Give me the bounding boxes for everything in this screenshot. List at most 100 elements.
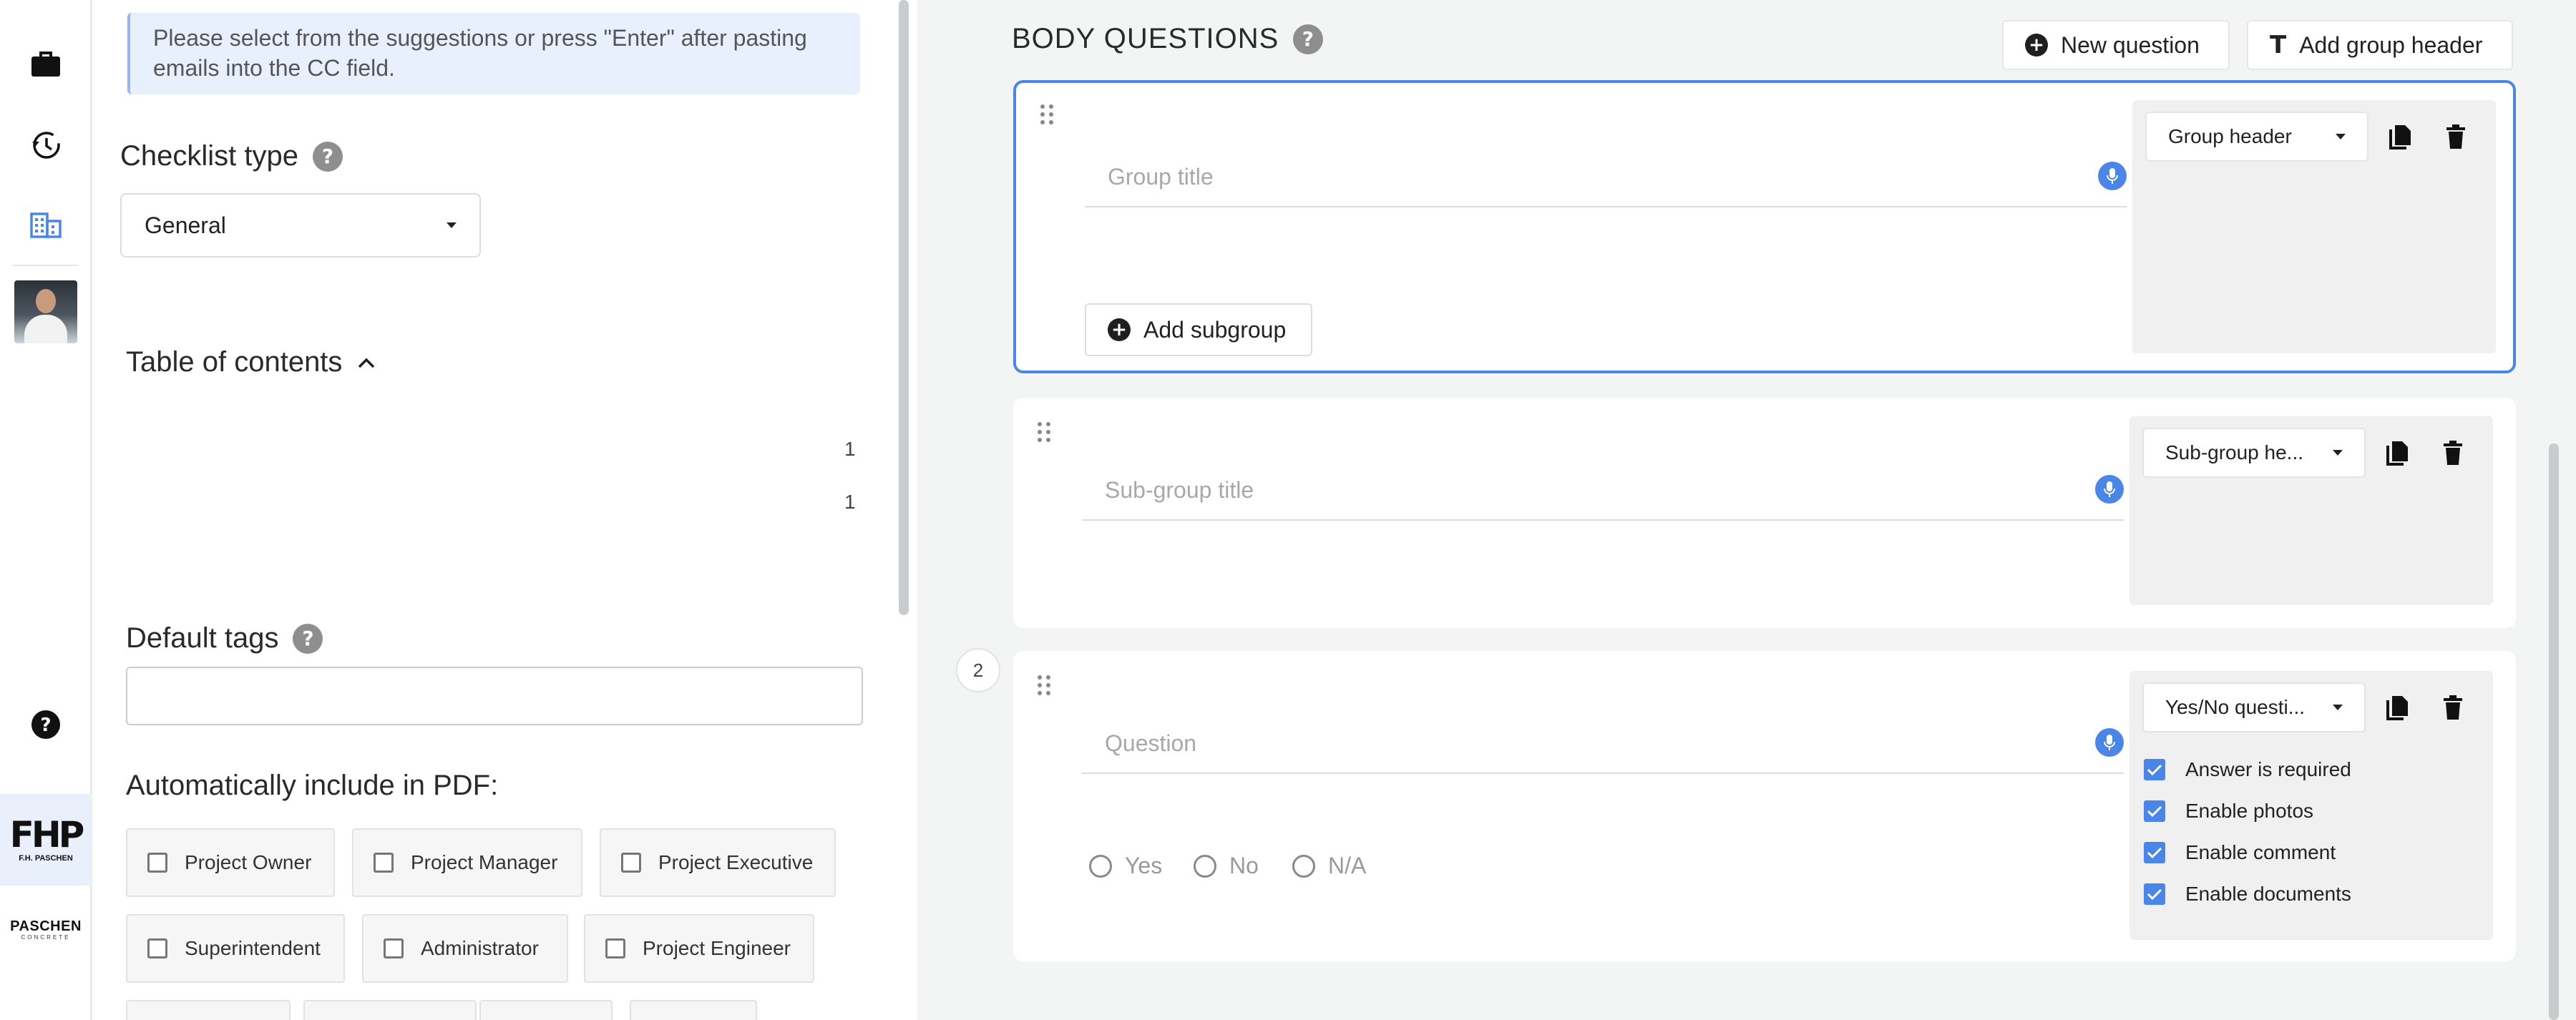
checklist-type-label: Checklist type <box>120 140 298 172</box>
help-icon[interactable]: ? <box>1293 24 1324 54</box>
option-label: Enable comment <box>2185 841 2336 863</box>
question-input[interactable]: Question <box>1082 714 2124 774</box>
company-logo-paschen[interactable]: PASCHEN CONCRETE <box>0 908 92 951</box>
delete-icon[interactable] <box>2440 122 2472 153</box>
copy-icon[interactable] <box>2384 122 2416 153</box>
radio-icon[interactable] <box>1194 854 1216 878</box>
left-rail: ? FHP F.H. PASCHEN PASCHEN CONCRETE <box>0 0 92 1020</box>
default-tags-input[interactable] <box>126 667 863 725</box>
caret-down-icon <box>2333 450 2343 456</box>
delete-icon[interactable] <box>2437 692 2469 724</box>
question-type-select[interactable]: Group header <box>2145 112 2368 162</box>
role-label: Project Engineer <box>643 937 791 959</box>
logo-fhp-mark: FHP <box>9 814 85 855</box>
info-line-1: Please select from the suggestions or pr… <box>153 25 807 51</box>
checkbox-checked-icon[interactable] <box>2144 842 2165 863</box>
group-title-placeholder: Group title <box>1108 163 1214 190</box>
answer-yes-radio[interactable]: Yes <box>1089 853 1162 879</box>
body-questions-area: BODY QUESTIONS ? + New question T Add gr… <box>917 0 2576 1020</box>
add-circle-icon: + <box>1108 318 1131 341</box>
auto-include-heading: Automatically include in PDF: <box>126 770 498 802</box>
radio-icon[interactable] <box>1292 854 1315 878</box>
include-superintendent[interactable]: Superintendent <box>126 914 345 983</box>
questions-scrollbar[interactable] <box>2549 443 2559 1020</box>
question-type-value: Group header <box>2168 125 2292 147</box>
drag-handle-icon[interactable] <box>1038 422 1052 442</box>
company-logo-fhp[interactable]: FHP F.H. PASCHEN <box>0 794 92 886</box>
include-role-partial[interactable] <box>126 1000 291 1020</box>
toc-heading[interactable]: Table of contents <box>126 346 376 378</box>
option-enable-photos[interactable]: Enable photos <box>2144 800 2313 823</box>
checkbox[interactable] <box>384 938 404 958</box>
help-icon[interactable]: ? <box>0 694 92 755</box>
logo-fhp-text: F.H. PASCHEN <box>19 854 73 863</box>
add-group-header-button[interactable]: T Add group header <box>2247 20 2513 70</box>
group-title-input[interactable]: Group title <box>1085 147 2127 207</box>
include-project-executive[interactable]: Project Executive <box>600 828 836 897</box>
checkbox[interactable] <box>147 938 167 958</box>
question-type-value: Yes/No questi... <box>2165 696 2306 718</box>
include-project-engineer[interactable]: Project Engineer <box>584 914 814 983</box>
drag-handle-icon[interactable] <box>1038 675 1052 695</box>
cc-info-message: Please select from the suggestions or pr… <box>127 13 860 94</box>
logo-paschen-mark: PASCHEN <box>10 918 82 934</box>
svg-text:?: ? <box>40 715 51 736</box>
include-project-manager[interactable]: Project Manager <box>352 828 582 897</box>
checklist-type-value: General <box>145 212 226 238</box>
question-type-select[interactable]: Sub-group he... <box>2142 428 2366 478</box>
microphone-icon[interactable] <box>2098 162 2127 190</box>
option-enable-documents[interactable]: Enable documents <box>2144 883 2351 906</box>
role-label: Administrator <box>421 937 539 959</box>
default-tags-label: Default tags <box>126 622 279 654</box>
add-subgroup-button[interactable]: + Add subgroup <box>1085 303 1312 356</box>
checkbox[interactable] <box>605 938 625 958</box>
add-group-header-label: Add group header <box>2299 31 2483 58</box>
default-tags-heading: Default tags ? <box>126 622 323 654</box>
microphone-icon[interactable] <box>2095 475 2124 504</box>
sub-group-title-input[interactable]: Sub-group title <box>1082 461 2124 521</box>
checkbox[interactable] <box>147 853 167 873</box>
sub-group-header-card[interactable]: Sub-group title Sub-group he... <box>1013 398 2516 628</box>
role-label: Project Executive <box>658 851 814 873</box>
answer-na-radio[interactable]: N/A <box>1292 853 1366 879</box>
help-icon[interactable]: ? <box>293 623 323 654</box>
copy-icon[interactable] <box>2381 692 2413 724</box>
checkbox-checked-icon[interactable] <box>2144 800 2165 822</box>
info-line-2: emails into the CC field. <box>153 55 395 81</box>
copy-icon[interactable] <box>2381 438 2413 469</box>
checkbox-checked-icon[interactable] <box>2144 759 2165 780</box>
radio-icon[interactable] <box>1089 854 1112 878</box>
history-icon[interactable] <box>0 114 92 176</box>
checkbox[interactable] <box>621 853 641 873</box>
microphone-icon[interactable] <box>2095 728 2124 757</box>
new-question-label: New question <box>2061 31 2200 58</box>
new-question-button[interactable]: + New question <box>2002 20 2230 70</box>
include-role-partial[interactable] <box>303 1000 477 1020</box>
question-number-badge: 2 <box>956 648 1000 692</box>
avatar[interactable] <box>14 280 77 343</box>
question-settings: Yes/No questi... Answer is required Enab… <box>2129 671 2493 940</box>
building-icon[interactable] <box>0 193 92 255</box>
checkbox-checked-icon[interactable] <box>2144 883 2165 905</box>
question-settings: Group header <box>2132 100 2496 353</box>
checklist-type-select[interactable]: General <box>120 193 481 258</box>
toc-item-number: 1 <box>844 491 856 513</box>
option-answer-required[interactable]: Answer is required <box>2144 758 2351 781</box>
delete-icon[interactable] <box>2437 438 2469 469</box>
question-type-select[interactable]: Yes/No questi... <box>2142 682 2366 732</box>
include-project-owner[interactable]: Project Owner <box>126 828 335 897</box>
include-role-partial[interactable] <box>479 1000 613 1020</box>
settings-scrollbar[interactable] <box>899 0 909 615</box>
drag-handle-icon[interactable] <box>1040 104 1055 124</box>
group-header-card[interactable]: Group title + Add subgroup Group header <box>1013 80 2516 373</box>
checkbox[interactable] <box>374 853 394 873</box>
include-administrator[interactable]: Administrator <box>362 914 568 983</box>
briefcase-icon[interactable] <box>0 33 92 94</box>
option-enable-comment[interactable]: Enable comment <box>2144 841 2336 864</box>
yes-no-question-card[interactable]: Question Yes/No questi... Answer is requ… <box>1013 651 2516 961</box>
answer-no-radio[interactable]: No <box>1194 853 1259 879</box>
help-icon[interactable]: ? <box>312 141 343 172</box>
include-role-partial[interactable] <box>630 1000 757 1020</box>
option-label: Enable documents <box>2185 883 2351 905</box>
chevron-up-icon[interactable] <box>356 355 376 370</box>
